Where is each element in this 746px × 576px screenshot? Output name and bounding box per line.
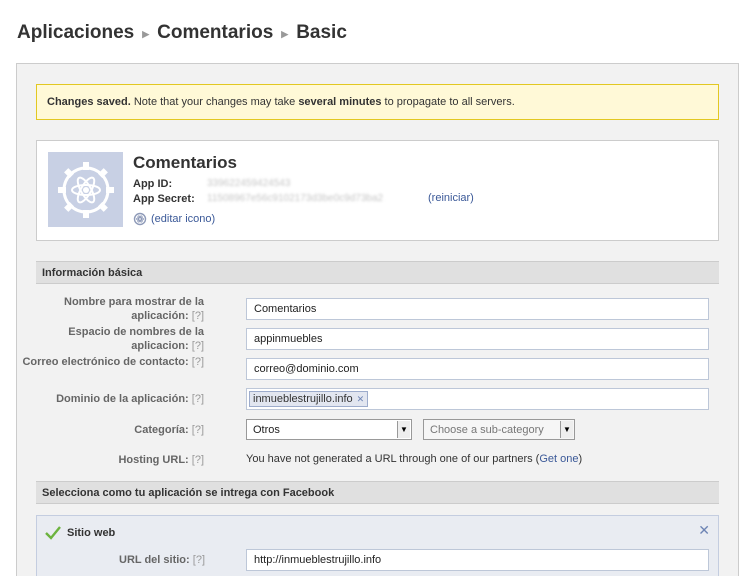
namespace-input[interactable]: appinmuebles xyxy=(246,328,709,350)
app-domain-input[interactable]: inmueblestrujillo.info ✕ xyxy=(246,388,709,410)
contact-email-label: Correo electrónico de contacto: [?] xyxy=(22,356,204,368)
settings-panel: Changes saved. Note that your changes ma… xyxy=(16,63,739,576)
edit-icon-row: (editar icono) xyxy=(133,212,215,226)
subcategory-select-placeholder: Choose a sub-category xyxy=(430,423,544,436)
edit-icon-link[interactable]: (editar icono) xyxy=(151,213,215,225)
breadcrumb-separator-icon: ▶ xyxy=(142,28,150,39)
notice-bold-middle: several minutes xyxy=(298,96,382,108)
category-select-value: Otros xyxy=(253,423,280,436)
breadcrumb-item-comments[interactable]: Comentarios xyxy=(157,22,273,44)
breadcrumb: Aplicaciones ▶ Comentarios ▶ Basic xyxy=(17,20,347,46)
domain-token-label: inmueblestrujillo.info xyxy=(253,393,353,405)
contact-email-input[interactable]: correo@dominio.com xyxy=(246,358,709,380)
site-url-input[interactable]: http://inmueblestrujillo.info xyxy=(246,549,709,571)
close-icon[interactable]: ✕ xyxy=(698,522,710,539)
category-label: Categoría: [?] xyxy=(134,424,204,436)
category-select[interactable]: Otros ▼ xyxy=(246,419,412,440)
display-name-input[interactable]: Comentarios xyxy=(246,298,709,320)
app-secret-label: App Secret: xyxy=(133,193,195,205)
site-url-label: URL del sitio: [?] xyxy=(119,554,205,566)
notice-bold-start: Changes saved. xyxy=(47,96,131,108)
notice-text-1: Note that your changes may take xyxy=(130,96,299,108)
domain-token: inmueblestrujillo.info ✕ xyxy=(249,391,369,407)
get-hosting-link[interactable]: Get one xyxy=(539,453,578,465)
app-secret-row: App Secret: xyxy=(133,193,195,205)
display-name-label: Nombre para mostrar de la aplicación: [?… xyxy=(64,296,204,322)
subcategory-select[interactable]: Choose a sub-category ▼ xyxy=(423,419,575,440)
website-box: Sitio web ✕ URL del sitio: [?] http://in… xyxy=(36,515,719,576)
chevron-down-icon: ▼ xyxy=(397,421,410,438)
changes-saved-notice: Changes saved. Note that your changes ma… xyxy=(36,84,719,120)
notice-text-2: to propagate to all servers. xyxy=(381,96,515,108)
breadcrumb-item-applications[interactable]: Aplicaciones xyxy=(17,22,134,44)
app-id-label: App ID: xyxy=(133,178,173,190)
breadcrumb-separator-icon: ▶ xyxy=(281,28,289,39)
app-secret-value: 11508967e56c9102173d3be0c9d73ba2 xyxy=(207,193,384,204)
atom-gear-icon xyxy=(57,161,114,218)
website-title: Sitio web xyxy=(45,526,115,540)
basic-info-header: Información básica xyxy=(36,261,719,284)
app-domain-label: Dominio de la aplicación: [?] xyxy=(56,393,204,405)
checkmark-icon xyxy=(45,526,61,540)
app-summary-box: Comentarios App ID: 339622459424543 App … xyxy=(36,140,719,241)
hosting-url-label: Hosting URL: [?] xyxy=(118,454,204,466)
app-id-row: App ID: xyxy=(133,178,172,190)
breadcrumb-item-basic: Basic xyxy=(296,22,347,43)
integration-header: Selecciona como tu aplicación se intrega… xyxy=(36,481,719,504)
hosting-url-text: You have not generated a URL through one… xyxy=(246,453,583,465)
app-name: Comentarios xyxy=(133,153,237,172)
chevron-down-icon: ▼ xyxy=(560,421,573,438)
app-id-value: 339622459424543 xyxy=(207,178,291,189)
app-icon xyxy=(48,152,123,227)
reset-secret-link[interactable]: (reiniciar) xyxy=(428,192,474,204)
namespace-label: Espacio de nombres de la aplicacion: [?] xyxy=(68,326,204,352)
remove-token-icon[interactable]: ✕ xyxy=(357,394,365,405)
small-app-icon xyxy=(133,212,147,226)
